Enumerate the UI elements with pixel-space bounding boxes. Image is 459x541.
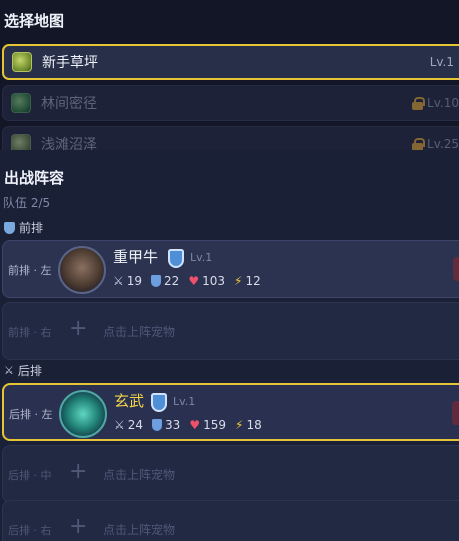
- defense-icon: [152, 419, 163, 431]
- health-icon: ♥: [188, 274, 200, 288]
- add-icon: +: [69, 514, 88, 539]
- grass-map-icon: [12, 52, 32, 72]
- front-row-label: 前排: [4, 219, 43, 236]
- map-item-name: 新手草坪: [42, 55, 98, 71]
- map-item-level: Lv.1: [429, 55, 454, 69]
- empty-slot-text: 点击上阵宠物: [103, 325, 176, 339]
- map-select-panel: 选择地图 新手草坪 Lv.1 林间密径 Lv.10 浅滩沼泽 Lv.25: [0, 0, 459, 150]
- pet-name: 玄武: [114, 392, 145, 410]
- speed-icon: ⚡: [234, 274, 243, 288]
- speed-icon: ⚡: [235, 418, 244, 432]
- pet-avatar-armored-bull: [58, 246, 106, 294]
- lineup-slot-back-left[interactable]: 后排 · 左 玄武 Lv.1 ⚔ 24 33 ♥ 159 ⚡ 18: [2, 383, 459, 441]
- back-row-text: 后排: [17, 364, 42, 378]
- tank-role-shield-icon: [151, 393, 167, 412]
- slot-position-label: 后排 · 中: [8, 469, 52, 482]
- map-item-forest-path[interactable]: 林间密径 Lv.10: [2, 85, 459, 121]
- team-count: 队伍 2/5: [3, 196, 51, 210]
- slot-position-label: 后排 · 右: [8, 524, 52, 537]
- crossed-swords-icon: ⚔: [4, 364, 14, 377]
- pet-stats: ⚔ 19 22 ♥ 103 ⚡ 12: [113, 274, 261, 288]
- lineup-slot-back-right[interactable]: 后排 · 右 + 点击上阵宠物: [2, 500, 459, 541]
- lineup-panel: 出战阵容 队伍 2/5 前排 前排 · 左 重甲牛 Lv.1 ⚔ 19 22 ♥ 1…: [0, 150, 459, 541]
- defense-icon: [151, 275, 162, 287]
- attack-value: 24: [127, 418, 144, 432]
- map-item-name: 林间密径: [41, 96, 97, 112]
- forest-map-icon: [11, 93, 31, 113]
- attack-value: 19: [126, 274, 143, 288]
- map-item-level: Lv.10: [427, 96, 459, 110]
- map-item-name: 浅滩沼泽: [41, 137, 97, 150]
- map-item-level: Lv.25: [427, 137, 459, 150]
- lineup-slot-front-left[interactable]: 前排 · 左 重甲牛 Lv.1 ⚔ 19 22 ♥ 103 ⚡ 12: [2, 240, 459, 298]
- front-row-text: 前排: [19, 221, 44, 235]
- pet-name: 重甲牛: [113, 248, 159, 266]
- remove-pet-button[interactable]: [453, 257, 459, 281]
- lineup-slot-front-right[interactable]: 前排 · 右 + 点击上阵宠物: [2, 302, 459, 360]
- pet-level: Lv.1: [190, 251, 213, 264]
- empty-slot-text: 点击上阵宠物: [103, 523, 176, 537]
- lineup-slot-back-middle[interactable]: 后排 · 中 + 点击上阵宠物: [2, 445, 459, 503]
- swamp-map-icon: [11, 134, 31, 150]
- add-icon: +: [69, 459, 88, 484]
- defense-value: 22: [164, 274, 180, 288]
- shield-icon: [4, 221, 15, 234]
- pet-level: Lv.1: [173, 395, 196, 408]
- map-item-shallow-swamp[interactable]: 浅滩沼泽 Lv.25: [2, 126, 459, 150]
- health-icon: ♥: [189, 418, 201, 432]
- empty-slot-text: 点击上阵宠物: [103, 468, 176, 482]
- speed-value: 18: [246, 418, 262, 432]
- defense-value: 33: [165, 418, 181, 432]
- attack-icon: ⚔: [114, 418, 125, 432]
- pet-avatar-black-tortoise: [59, 390, 107, 438]
- remove-pet-button[interactable]: [452, 401, 459, 425]
- speed-value: 12: [245, 274, 261, 288]
- pet-stats: ⚔ 24 33 ♥ 159 ⚡ 18: [114, 418, 262, 432]
- health-value: 159: [203, 418, 226, 432]
- slot-position-label: 前排 · 左: [8, 264, 52, 277]
- slot-position-label: 后排 · 左: [9, 408, 53, 421]
- back-row-label: ⚔ 后排: [4, 362, 42, 379]
- slot-position-label: 前排 · 右: [8, 326, 52, 339]
- lock-icon: [412, 96, 426, 110]
- tank-role-shield-icon: [168, 249, 184, 268]
- lock-icon: [412, 137, 426, 150]
- map-item-novice-lawn[interactable]: 新手草坪 Lv.1: [2, 44, 459, 80]
- attack-icon: ⚔: [113, 274, 124, 288]
- map-section-title: 选择地图: [4, 12, 65, 30]
- lineup-section-title: 出战阵容: [4, 169, 65, 187]
- health-value: 103: [202, 274, 225, 288]
- add-icon: +: [69, 316, 88, 341]
